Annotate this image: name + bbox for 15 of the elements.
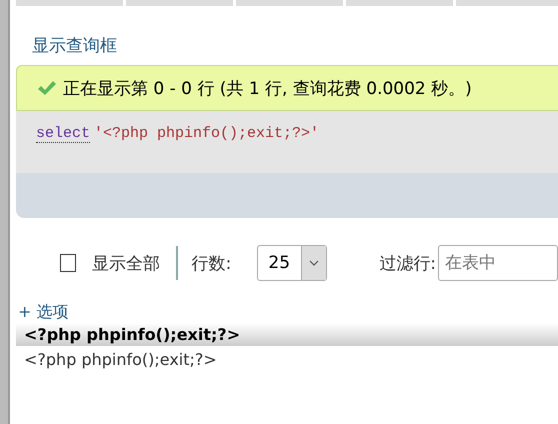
show-query-box-link[interactable]: 显示查询框 xyxy=(32,34,558,57)
caret-icon xyxy=(309,260,320,266)
rows-label: 行数: xyxy=(192,252,232,274)
sql-keyword[interactable]: select xyxy=(36,125,90,143)
filter-input[interactable]: 在表中 xyxy=(438,245,558,281)
options-link[interactable]: + 选项 xyxy=(18,302,558,323)
message-text: 正在显示第 0 - 0 行 (共 1 行, 查询花费 0.0002 秒。) xyxy=(63,78,472,100)
show-all-label: 显示全部 xyxy=(92,252,160,274)
filter-label: 过滤行: xyxy=(379,252,436,274)
check-icon xyxy=(37,80,57,96)
show-all-checkbox[interactable] xyxy=(60,254,76,272)
sql-string: '<?php phpinfo();exit;?>' xyxy=(94,125,320,142)
column-header[interactable]: <?php phpinfo();exit;?> xyxy=(16,323,558,346)
table-cell: <?php phpinfo();exit;?> xyxy=(16,346,558,373)
rows-select[interactable]: 25 xyxy=(257,245,328,281)
